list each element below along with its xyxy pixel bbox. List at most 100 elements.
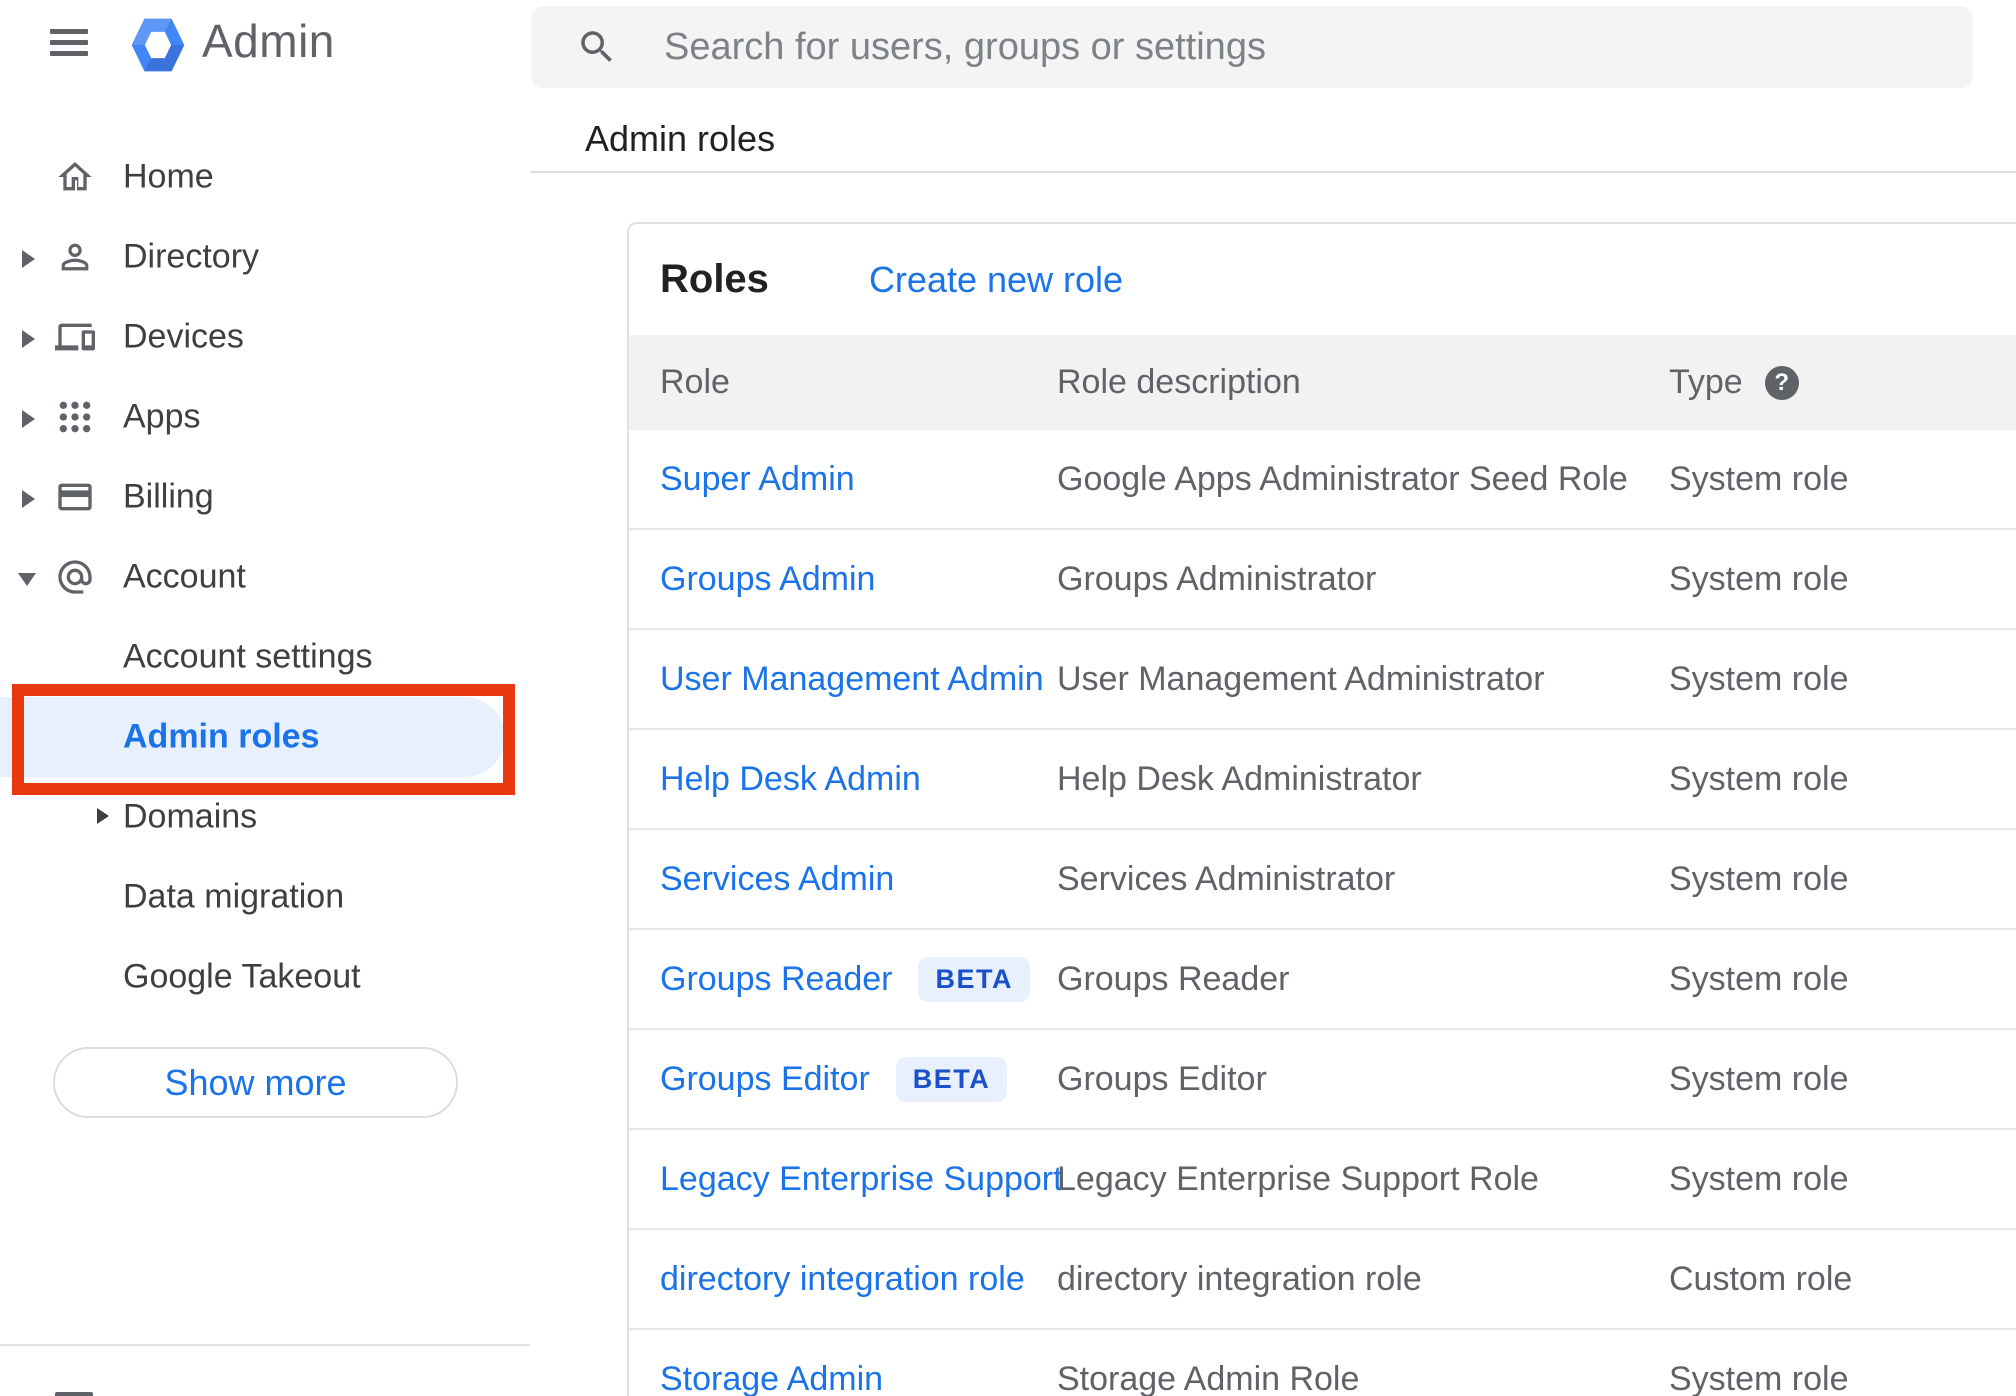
search-input[interactable]: Search for users, groups or settings bbox=[531, 6, 1973, 88]
beta-badge: BETA bbox=[918, 956, 1030, 1002]
menu-icon[interactable] bbox=[50, 26, 88, 64]
column-header-description: Role description bbox=[1057, 363, 1301, 401]
sidebar-item-devices[interactable]: Devices bbox=[0, 297, 530, 377]
search-placeholder: Search for users, groups or settings bbox=[664, 25, 1266, 68]
table-row: User Management Admin User Management Ad… bbox=[629, 630, 2016, 730]
chevron-right-icon[interactable] bbox=[22, 490, 35, 508]
beta-badge: BETA bbox=[895, 1056, 1008, 1102]
role-link[interactable]: Groups Reader bbox=[660, 960, 892, 999]
sidebar-item-label: Apps bbox=[123, 397, 201, 436]
chevron-right-icon[interactable] bbox=[22, 250, 35, 268]
role-type: System role bbox=[1669, 1359, 1849, 1396]
role-type: System role bbox=[1669, 659, 1849, 698]
help-icon[interactable]: ? bbox=[1764, 365, 1799, 400]
role-type: System role bbox=[1669, 559, 1849, 598]
panel-title: Roles bbox=[660, 257, 769, 301]
column-header-role: Role bbox=[660, 363, 730, 401]
role-link[interactable]: Storage Admin bbox=[660, 1360, 883, 1396]
role-type: Custom role bbox=[1669, 1259, 1853, 1298]
table-row: Super Admin Google Apps Administrator Se… bbox=[629, 430, 2016, 530]
sidebar-item-domains[interactable]: Domains bbox=[0, 777, 530, 857]
table-header-row: Role Role description Type ? bbox=[629, 335, 2016, 430]
sidebar-item-label: Home bbox=[123, 157, 214, 196]
sidebar-item-label: Domains bbox=[123, 797, 258, 836]
table-row: Storage Admin Storage Admin Role System … bbox=[629, 1330, 2016, 1396]
role-description: Groups Editor bbox=[1057, 1059, 1267, 1098]
column-header-type: Type ? bbox=[1669, 363, 2016, 402]
sidebar-item-admin-roles[interactable]: Admin roles bbox=[0, 697, 530, 777]
sidebar-item-label: Google Takeout bbox=[123, 957, 361, 996]
sidebar-item-label: Admin roles bbox=[123, 717, 320, 756]
role-description: Google Apps Administrator Seed Role bbox=[1057, 459, 1628, 498]
role-description: Services Administrator bbox=[1057, 859, 1396, 898]
create-new-role-link[interactable]: Create new role bbox=[869, 259, 1123, 301]
apps-grid-icon bbox=[55, 397, 95, 437]
sidebar-item-label: Account bbox=[123, 557, 246, 596]
table-row: Groups Editor BETA Groups Editor System … bbox=[629, 1030, 2016, 1130]
admin-logo-icon bbox=[128, 16, 188, 74]
partial-bottom-icon bbox=[55, 1392, 93, 1396]
table-row: Groups Reader BETA Groups Reader System … bbox=[629, 930, 2016, 1030]
sidebar-item-label: Account settings bbox=[123, 637, 373, 676]
home-icon bbox=[55, 157, 95, 197]
role-link[interactable]: Super Admin bbox=[660, 460, 855, 499]
table-body: Super Admin Google Apps Administrator Se… bbox=[629, 430, 2016, 1396]
sidebar-item-account-settings[interactable]: Account settings bbox=[0, 617, 530, 697]
at-email-icon bbox=[55, 557, 95, 597]
sidebar-divider bbox=[0, 1344, 530, 1346]
role-link[interactable]: User Management Admin bbox=[660, 660, 1044, 699]
table-row: Services Admin Services Administrator Sy… bbox=[629, 830, 2016, 930]
search-icon bbox=[581, 31, 612, 62]
role-link[interactable]: directory integration role bbox=[660, 1260, 1025, 1299]
sidebar: Admin Home Directory Devices Apps Billin… bbox=[0, 0, 530, 1396]
role-description: Help Desk Administrator bbox=[1057, 759, 1422, 798]
role-link[interactable]: Services Admin bbox=[660, 860, 894, 899]
role-description: Legacy Enterprise Support Role bbox=[1057, 1159, 1539, 1198]
chevron-right-icon[interactable] bbox=[22, 330, 35, 348]
role-link[interactable]: Help Desk Admin bbox=[660, 760, 921, 799]
role-description: Storage Admin Role bbox=[1057, 1359, 1360, 1396]
breadcrumb-divider bbox=[530, 171, 2016, 173]
breadcrumb: Admin roles bbox=[585, 118, 776, 159]
role-description: Groups Administrator bbox=[1057, 559, 1377, 598]
sidebar-item-apps[interactable]: Apps bbox=[0, 377, 530, 457]
devices-icon bbox=[55, 317, 95, 357]
table-row: Help Desk Admin Help Desk Administrator … bbox=[629, 730, 2016, 830]
role-type: System role bbox=[1669, 1059, 1849, 1098]
role-type: System role bbox=[1669, 459, 1849, 498]
sidebar-item-billing[interactable]: Billing bbox=[0, 457, 530, 537]
sidebar-header: Admin bbox=[0, 0, 530, 90]
role-description: directory integration role bbox=[1057, 1259, 1422, 1298]
credit-card-icon bbox=[55, 477, 95, 517]
role-link[interactable]: Groups Admin bbox=[660, 560, 875, 599]
role-type: System role bbox=[1669, 859, 1849, 898]
role-description: Groups Reader bbox=[1057, 959, 1290, 998]
sidebar-item-label: Data migration bbox=[123, 877, 345, 916]
sidebar-item-label: Directory bbox=[123, 237, 260, 276]
show-more-button[interactable]: Show more bbox=[53, 1047, 458, 1118]
chevron-right-icon[interactable] bbox=[22, 410, 35, 428]
role-type: System role bbox=[1669, 959, 1849, 998]
sidebar-item-label: Devices bbox=[123, 317, 244, 356]
role-link[interactable]: Legacy Enterprise Support bbox=[660, 1160, 1063, 1199]
sidebar-item-directory[interactable]: Directory bbox=[0, 217, 530, 297]
sidebar-item-home[interactable]: Home bbox=[0, 137, 530, 217]
sidebar-item-label: Billing bbox=[123, 477, 214, 516]
person-icon bbox=[55, 237, 95, 277]
chevron-right-icon[interactable] bbox=[97, 808, 109, 824]
role-link[interactable]: Groups Editor bbox=[660, 1060, 870, 1099]
chevron-down-icon[interactable] bbox=[18, 573, 36, 586]
sidebar-item-data-migration[interactable]: Data migration bbox=[0, 857, 530, 937]
roles-panel-header: Roles Create new role bbox=[629, 224, 2016, 335]
main-content: Search for users, groups or settings Adm… bbox=[530, 0, 2016, 1396]
table-row: Groups Admin Groups Administrator System… bbox=[629, 530, 2016, 630]
app-title: Admin bbox=[202, 15, 335, 67]
roles-panel: Roles Create new role Role Role descript… bbox=[627, 222, 2016, 1396]
sidebar-item-account[interactable]: Account bbox=[0, 537, 530, 617]
role-type: System role bbox=[1669, 759, 1849, 798]
sidebar-item-google-takeout[interactable]: Google Takeout bbox=[0, 937, 530, 1017]
role-description: User Management Administrator bbox=[1057, 659, 1545, 698]
role-type: System role bbox=[1669, 1159, 1849, 1198]
table-row: directory integration role directory int… bbox=[629, 1230, 2016, 1330]
table-row: Legacy Enterprise Support Legacy Enterpr… bbox=[629, 1130, 2016, 1230]
